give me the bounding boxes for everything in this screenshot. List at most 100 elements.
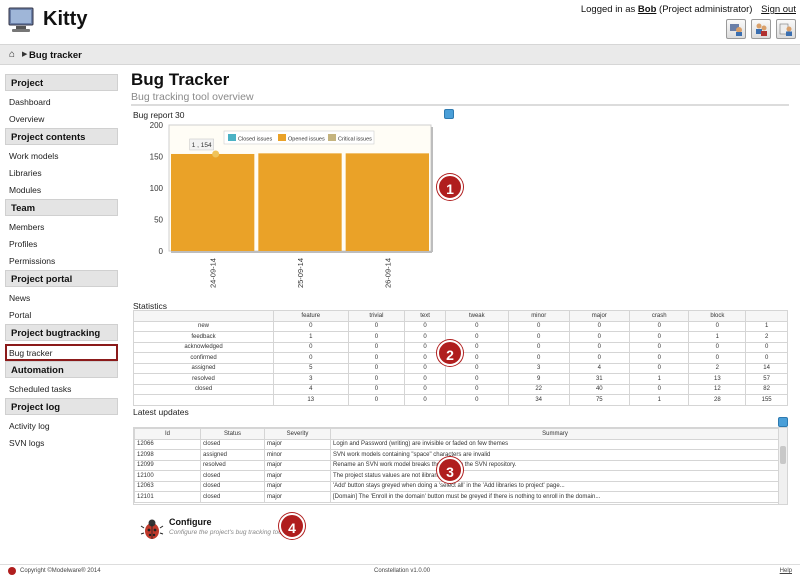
stats-cell: feedback (133, 331, 274, 343)
stats-cell: 0 (347, 320, 406, 332)
updates-row[interactable]: 12063 closed major 'Add' button stays greye… (134, 480, 780, 492)
updates-row[interactable]: 12066 closed major Login and Password (writ… (134, 438, 780, 450)
stats-cell: 5 (273, 362, 349, 374)
sidebar-item-libraries[interactable]: Libraries (5, 165, 118, 182)
stats-row: assigned 5 0 0 0 3 4 0 2 14 (133, 362, 788, 374)
configure-title[interactable]: Configure (169, 517, 212, 527)
stats-cell: 13 (273, 394, 349, 406)
stats-cell: 155 (745, 394, 788, 406)
updates-row[interactable]: 12101 closed major [Domain] The 'Enroll in … (134, 491, 780, 503)
stats-cell: 0 (347, 341, 406, 353)
chart-legend-label: Closed issues (238, 137, 272, 143)
stats-cell: 0 (507, 320, 570, 332)
stats-header-cell: tweak (444, 310, 509, 322)
stats-cell: 0 (568, 320, 631, 332)
stats-cell: 1 (688, 331, 747, 343)
stats-cell: 0 (347, 352, 406, 364)
footer: Copyright ©Modelware® 2014 Constellation… (0, 564, 800, 577)
sidebar-item-portal[interactable]: Portal (5, 307, 118, 324)
stats-cell: 0 (507, 341, 570, 353)
stats-header-cell (133, 310, 274, 322)
sidebar-item-modules[interactable]: Modules (5, 182, 118, 199)
stats-cell: 0 (273, 341, 349, 353)
footer-help-link[interactable]: Help (780, 568, 792, 574)
header-buttons (726, 19, 796, 39)
sidebar-item-bug-tracker[interactable]: Bug tracker (5, 344, 118, 361)
users-button[interactable] (751, 19, 771, 39)
stats-cell: 0 (568, 341, 631, 353)
stats-cell: 0 (629, 341, 690, 353)
badge-1: 1 (437, 174, 463, 200)
stats-cell (133, 394, 274, 406)
stats-cell: 0 (273, 352, 349, 364)
home-icon[interactable]: ⌂ (9, 49, 15, 60)
sidebar-item-activity-log[interactable]: Activity log (5, 418, 118, 435)
chart-expand-icon[interactable] (444, 109, 454, 119)
updates-header-cell[interactable]: Status (200, 428, 265, 440)
stats-cell: 2 (745, 331, 788, 343)
updates-cell: major (264, 459, 331, 471)
updates-header-cell[interactable]: Id (134, 428, 201, 440)
sidebar-section-project-contents: Project contents (5, 128, 118, 145)
chart-y-tick-label: 150 (150, 153, 164, 162)
updates-scroll-thumb[interactable] (780, 446, 786, 464)
sidebar-section-project-log: Project log (5, 398, 118, 415)
badge-4: 4 (279, 513, 305, 539)
stats-row: new 0 0 0 0 0 0 0 0 1 (133, 320, 788, 332)
stats-cell: 0 (568, 331, 631, 343)
stats-cell: 28 (688, 394, 747, 406)
stats-cell: 2 (688, 362, 747, 374)
chart-legend-label: Critical issues (338, 137, 372, 143)
chart-bar (258, 153, 342, 251)
stats-cell: 3 (507, 362, 570, 374)
admin-button[interactable] (726, 19, 746, 39)
chart-x-tick-label: 24-09-14 (209, 258, 218, 288)
bug-report-chart: 0 50 100 150 200 24-09-14 25-09-14 26-09-14 Clos… (150, 121, 433, 288)
page-title: Bug Tracker (131, 70, 230, 89)
sidebar-item-profiles[interactable]: Profiles (5, 236, 118, 253)
chart-legend-swatch (328, 134, 336, 141)
stats-cell: 0 (404, 320, 446, 332)
sidebar-item-overview[interactable]: Overview (5, 111, 118, 128)
stats-cell: 34 (507, 394, 570, 406)
signout-link[interactable]: Sign out (761, 4, 796, 15)
stats-cell: 57 (745, 373, 788, 385)
main-content: Bug Tracker Bug tracking tool overview (131, 70, 789, 106)
stats-cell: resolved (133, 373, 274, 385)
profile-button[interactable] (776, 19, 796, 39)
sidebar-item-dashboard[interactable]: Dashboard (5, 94, 118, 111)
updates-scrollbar[interactable] (778, 428, 787, 504)
stats-cell: 31 (568, 373, 631, 385)
sidebar-item-scheduled-tasks[interactable]: Scheduled tasks (5, 381, 118, 398)
user-role: (Project administrator) (659, 4, 753, 15)
user-link[interactable]: Bob (638, 4, 656, 15)
admin-icon (730, 24, 742, 36)
updates-cell: SVN work models containing "space" chara… (330, 449, 780, 461)
updates-cell: 'Add' button stays greyed when doing a '… (330, 480, 780, 492)
updates-expand-icon[interactable] (778, 417, 788, 427)
sidebar-item-members[interactable]: Members (5, 219, 118, 236)
stats-cell: confirmed (133, 352, 274, 364)
stats-cell: 40 (568, 383, 631, 395)
chart-bar (345, 153, 429, 251)
stats-cell: 1 (629, 373, 690, 385)
updates-label: Latest updates (133, 407, 189, 417)
sidebar-item-permissions[interactable]: Permissions (5, 253, 118, 270)
updates-header-cell[interactable]: Summary (330, 428, 780, 440)
updates-header-cell[interactable]: Severity (264, 428, 331, 440)
chart-highlight-point (212, 150, 220, 158)
stats-cell: 0 (629, 331, 690, 343)
sidebar-section-automation: Automation (5, 361, 118, 378)
stats-cell: 0 (745, 352, 788, 364)
breadcrumb-current: Bug tracker (29, 50, 82, 61)
sidebar-item-news[interactable]: News (5, 290, 118, 307)
footer-copyright: Copyright ©Modelware® 2014 (20, 568, 101, 574)
sidebar-item-work-models[interactable]: Work models (5, 148, 118, 165)
sidebar-item-svn-logs[interactable]: SVN logs (5, 435, 118, 452)
stats-row: 13 0 0 0 34 75 1 28 155 (133, 394, 788, 406)
stats-cell: 0 (404, 394, 446, 406)
updates-cell: closed (200, 491, 265, 503)
stats-cell: 0 (404, 383, 446, 395)
chart-y-tick-label: 100 (150, 184, 164, 193)
stats-cell: 4 (273, 383, 349, 395)
